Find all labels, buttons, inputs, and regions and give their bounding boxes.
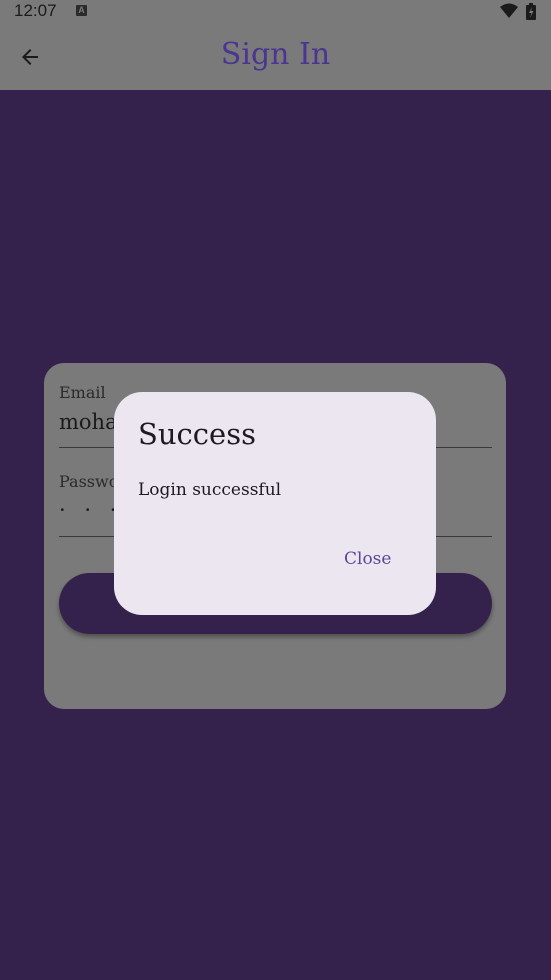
email-label: Email <box>59 383 106 402</box>
battery-icon <box>526 3 536 20</box>
page-title: Sign In <box>220 37 331 72</box>
app-bar: Sign In <box>0 24 551 90</box>
wifi-icon <box>500 3 518 18</box>
status-bar: 12:07 A <box>0 0 551 24</box>
close-button[interactable]: Close <box>338 547 397 571</box>
dialog-message: Login successful <box>138 480 282 500</box>
a-icon: A <box>76 5 87 16</box>
password-label: Passwo <box>59 472 119 491</box>
status-time: 12:07 <box>14 1 57 20</box>
email-field[interactable]: moha <box>59 410 118 434</box>
dialog-title: Success <box>138 417 256 451</box>
success-dialog: Success Login successful Close <box>114 392 436 615</box>
password-field[interactable]: · · · <box>59 498 122 522</box>
